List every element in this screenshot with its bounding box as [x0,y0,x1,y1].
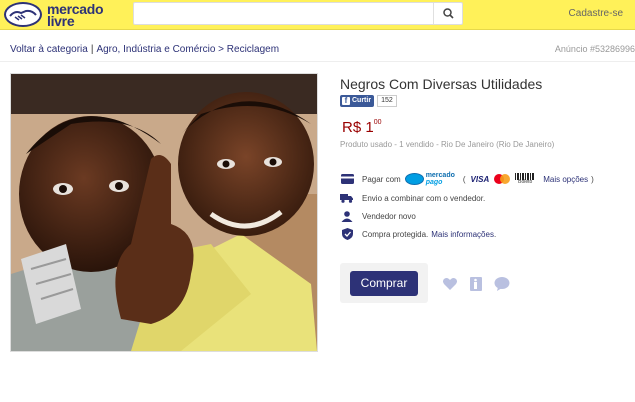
buy-box: Comprar [340,263,428,303]
mercadolivre-logo[interactable]: mercado livre [4,2,124,29]
more-payment-options-link[interactable]: Mais opções [543,175,588,184]
product-price: R$ 100 [342,119,381,137]
breadcrumb-separator: > [218,44,225,55]
price-cents: 00 [373,119,382,126]
breadcrumb-item-agro[interactable]: Agro, Indústria e Comércio [96,44,215,55]
breadcrumb-item-reciclagem[interactable]: Reciclagem [227,44,279,55]
back-to-category-link[interactable]: Voltar à categoria [10,44,88,55]
breadcrumb: Voltar à categoria | Agro, Indústria e Com… [10,44,280,55]
visa-icon: VISA [470,174,490,184]
product-meta: Produto usado - 1 vendido - Rio De Janei… [340,140,555,149]
boleto-icon: Boleto [515,173,536,185]
paren-open: ( [462,174,466,184]
handshake-logo-icon [4,2,42,27]
protection-label: Compra protegida. [362,229,429,239]
facebook-like-count: 152 [377,95,397,107]
mercadopago-icon [404,173,424,185]
question-icon[interactable] [494,276,510,292]
listing-id: Anúncio #53286996 [554,44,635,54]
facebook-like-button[interactable]: f Curtir [340,95,375,107]
facebook-like-label: Curtir [352,97,372,104]
protection-row: Compra protegida. Mais informações. [340,227,496,241]
mp-line1: mercado [425,172,455,179]
boleto-label: Boleto [518,179,533,185]
shipping-row: Envio a combinar com o vendedor. [340,191,485,205]
seller-label: Vendedor novo [362,211,416,221]
paren-close: ) [591,174,594,184]
facebook-icon: f [342,97,350,105]
mercadopago-link[interactable]: mercado pago [404,172,455,186]
search-button[interactable] [433,3,462,24]
print-icon[interactable] [468,276,484,292]
facebook-like: f Curtir 152 [340,95,397,107]
mp-line2: pago [425,179,443,186]
signup-link[interactable]: Cadastre-se [569,8,623,19]
price-main: R$ 1 [342,119,374,136]
mastercard-icon [494,174,511,184]
product-photo[interactable] [10,73,318,352]
shield-icon [340,228,354,240]
divider [0,61,635,62]
heart-icon[interactable] [442,276,458,292]
more-info-link[interactable]: Mais informações [431,230,494,239]
credit-card-icon [340,173,354,185]
protection-end: . [493,229,497,239]
truck-icon [340,192,354,204]
user-icon [340,210,354,222]
seller-row: Vendedor novo [340,209,416,223]
payment-label: Pagar com [362,174,401,184]
search-icon [442,8,454,19]
top-header: mercado livre Cadastre-se [0,0,635,30]
payment-row: Pagar com mercado pago ( VISA Boleto Mai… [340,172,594,186]
product-title: Negros Com Diversas Utilidades [340,76,543,92]
buy-button[interactable]: Comprar [350,271,418,296]
search-input[interactable] [134,3,434,24]
search-box [133,2,463,25]
shipping-label: Envio a combinar com o vendedor. [362,193,486,203]
